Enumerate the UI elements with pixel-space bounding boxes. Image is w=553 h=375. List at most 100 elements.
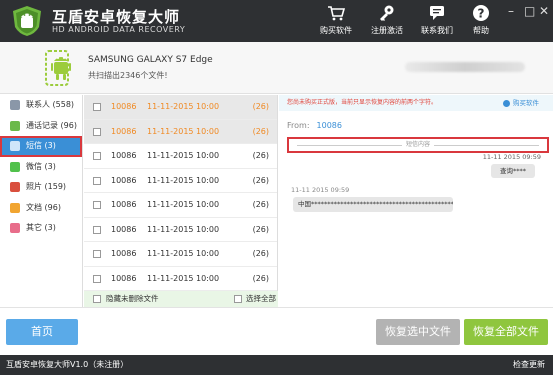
sidebar-item-label: 短信 (3) bbox=[26, 141, 56, 150]
message-timestamp: 11-11 2015 09:59 bbox=[482, 153, 541, 161]
trial-notice-text: 您尚未购买正式版，当前只显示恢复内容的前两个字符。 bbox=[287, 99, 438, 106]
app-title: 互盾安卓恢复大师 bbox=[52, 8, 181, 26]
grid-icon bbox=[10, 223, 20, 233]
wechat-icon bbox=[10, 161, 20, 172]
list-item[interactable]: 10086 11-11-2015 10:00 (26) bbox=[84, 267, 277, 291]
sidebar-item-call-log[interactable]: 通话记录 (96) bbox=[0, 116, 82, 137]
register-activate-button[interactable]: 注册激活 bbox=[362, 4, 412, 36]
recover-selected-button[interactable]: 恢复选中文件 bbox=[376, 319, 460, 345]
maximize-button[interactable]: □ bbox=[524, 4, 535, 18]
minimize-button[interactable]: – bbox=[508, 4, 514, 18]
key-icon bbox=[380, 5, 394, 21]
device-name: SAMSUNG GALAXY S7 Edge bbox=[88, 55, 213, 65]
sender-number: 10086 bbox=[111, 175, 137, 185]
message-count: (26) bbox=[252, 273, 269, 283]
sidebar-item-label: 联系人 (558) bbox=[26, 100, 75, 109]
recover-all-button[interactable]: 恢复全部文件 bbox=[464, 319, 548, 345]
cart-icon bbox=[328, 6, 345, 21]
sender-number: 10086 bbox=[111, 249, 137, 258]
device-info-panel: SAMSUNG GALAXY S7 Edge 共扫描出2346个文件! bbox=[0, 42, 553, 94]
from-label: From: bbox=[287, 121, 310, 130]
phone-icon bbox=[10, 120, 20, 131]
android-shield-logo bbox=[13, 6, 41, 36]
contact-us-label: 联系我们 bbox=[421, 26, 453, 35]
blurred-info bbox=[405, 62, 525, 72]
sidebar-item-others[interactable]: 其它 (3) bbox=[0, 218, 82, 239]
sender-number: 10086 bbox=[111, 151, 137, 160]
message-date: 11-11-2015 10:00 bbox=[147, 200, 220, 209]
sidebar-item-label: 照片 (159) bbox=[26, 182, 67, 191]
sidebar-item-label: 微信 (3) bbox=[26, 161, 56, 171]
divider-label: 短信内容 bbox=[401, 140, 435, 149]
help-button[interactable]: ? 帮助 bbox=[456, 4, 506, 36]
home-button[interactable]: 首页 bbox=[6, 319, 78, 345]
select-all-checkbox[interactable] bbox=[234, 295, 242, 303]
row-checkbox[interactable] bbox=[93, 225, 101, 234]
list-item[interactable]: 10086 11-11-2015 10:00 (26) bbox=[84, 95, 277, 120]
row-checkbox[interactable] bbox=[93, 152, 101, 160]
buy-software-button[interactable]: 购买软件 bbox=[311, 4, 361, 36]
contact-us-button[interactable]: 联系我们 bbox=[412, 4, 462, 36]
row-checkbox[interactable] bbox=[93, 127, 101, 136]
message-date: 11-11-2015 10:00 bbox=[147, 249, 220, 258]
received-message-bubble: 中国**************************************… bbox=[293, 197, 453, 212]
select-all-label: 选择全部 bbox=[246, 294, 276, 303]
list-item[interactable]: 10086 11-11-2015 10:00 (26) bbox=[84, 242, 277, 267]
version-text: 互盾安卓恢复大师V1.0（未注册） bbox=[6, 360, 129, 369]
hide-deleted-checkbox[interactable] bbox=[93, 295, 101, 303]
row-checkbox[interactable] bbox=[93, 201, 101, 209]
help-icon: ? bbox=[473, 5, 489, 21]
contacts-icon bbox=[10, 100, 20, 110]
action-bar: 首页 恢复选中文件 恢复全部文件 bbox=[0, 307, 553, 354]
message-count: (26) bbox=[252, 224, 269, 234]
sent-message-bubble: 查询**** bbox=[491, 164, 535, 178]
message-detail-panel: 您尚未购买正式版，当前只显示恢复内容的前两个字符。 购买软件 From: 1008… bbox=[279, 95, 553, 307]
photo-icon bbox=[10, 182, 20, 192]
svg-text:?: ? bbox=[478, 7, 485, 21]
message-count: (26) bbox=[252, 102, 269, 111]
sidebar-item-contacts[interactable]: 联系人 (558) bbox=[0, 95, 82, 116]
message-date: 11-11-2015 10:00 bbox=[147, 151, 220, 160]
from-line: From: 10086 bbox=[287, 121, 342, 130]
message-date: 11-11-2015 10:00 bbox=[147, 126, 220, 136]
row-checkbox[interactable] bbox=[93, 176, 101, 185]
help-label: 帮助 bbox=[473, 26, 489, 35]
message-list: 10086 11-11-2015 10:00 (26) 10086 11-11-201… bbox=[84, 95, 278, 307]
sender-number: 10086 bbox=[111, 126, 137, 136]
sidebar-item-sms[interactable]: 短信 (3) bbox=[0, 136, 82, 157]
message-count: (26) bbox=[252, 151, 269, 160]
message-count: (26) bbox=[252, 175, 269, 185]
list-item[interactable]: 10086 11-11-2015 10:00 (26) bbox=[84, 169, 277, 193]
row-checkbox[interactable] bbox=[93, 250, 101, 258]
list-item[interactable]: 10086 11-11-2015 10:00 (26) bbox=[84, 144, 277, 169]
message-timestamp: 11-11 2015 09:59 bbox=[291, 186, 350, 194]
message-count: (26) bbox=[252, 126, 269, 136]
sidebar-item-photos[interactable]: 照片 (159) bbox=[0, 177, 82, 198]
list-item[interactable]: 10086 11-11-2015 10:00 (26) bbox=[84, 218, 277, 242]
sidebar-item-label: 通话记录 (96) bbox=[26, 120, 77, 130]
check-update-link[interactable]: 检查更新 bbox=[513, 355, 545, 375]
message-date: 11-11-2015 10:00 bbox=[147, 102, 220, 111]
sms-content-divider: 短信内容 bbox=[287, 137, 549, 153]
sidebar-item-label: 其它 (3) bbox=[26, 223, 56, 232]
message-count: (26) bbox=[252, 200, 269, 209]
sender-number: 10086 bbox=[111, 224, 137, 234]
register-activate-label: 注册激活 bbox=[371, 26, 403, 35]
from-value: 10086 bbox=[316, 121, 342, 130]
close-button[interactable]: ✕ bbox=[539, 4, 549, 18]
info-icon bbox=[503, 99, 510, 107]
list-item[interactable]: 10086 11-11-2015 10:00 (26) bbox=[84, 119, 277, 144]
sender-number: 10086 bbox=[111, 102, 137, 111]
sidebar-item-documents[interactable]: 文档 (96) bbox=[0, 198, 82, 219]
hide-deleted-label: 隐藏未删除文件 bbox=[106, 294, 159, 303]
list-item[interactable]: 10086 11-11-2015 10:00 (26) bbox=[84, 193, 277, 218]
message-date: 11-11-2015 10:00 bbox=[147, 224, 220, 234]
row-checkbox[interactable] bbox=[93, 103, 101, 111]
buy-software-label: 购买软件 bbox=[320, 26, 352, 35]
buy-software-link[interactable]: 购买软件 bbox=[503, 95, 539, 111]
list-footer: 隐藏未删除文件 选择全部 bbox=[84, 291, 278, 307]
row-checkbox[interactable] bbox=[93, 274, 101, 283]
title-bar: 互盾安卓恢复大师 HD ANDROID DATA RECOVERY 购买软件 注… bbox=[0, 0, 553, 42]
message-date: 11-11-2015 10:00 bbox=[147, 273, 220, 283]
sidebar-item-wechat[interactable]: 微信 (3) bbox=[0, 157, 82, 178]
